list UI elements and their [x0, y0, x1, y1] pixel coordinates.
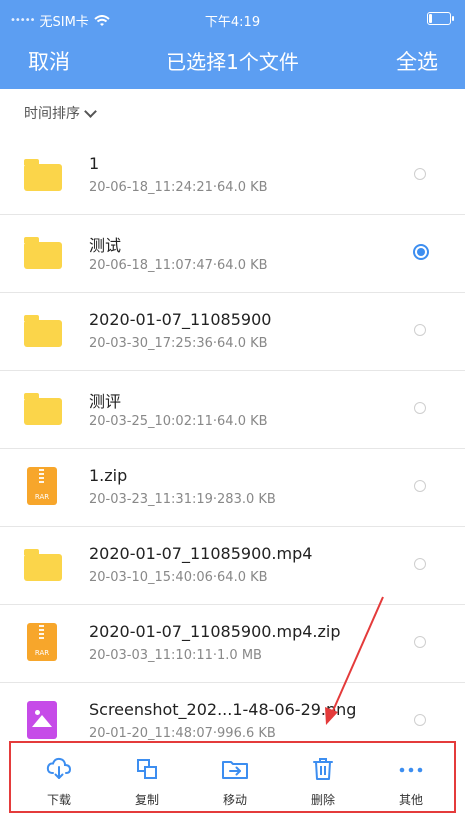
title-bar: 取消 已选择1个文件 全选	[0, 38, 465, 89]
copy-icon	[137, 759, 157, 779]
status-bar: ••••• 无SIM卡 下午4:19	[0, 0, 465, 38]
file-name: 2020-01-07_11085900	[89, 310, 272, 329]
move-label: 移动	[222, 793, 247, 807]
copy-button[interactable]: 复制	[117, 757, 177, 808]
rar-archive-icon: RAR	[24, 467, 62, 505]
bottom-toolbar: 下载 复制 移动 删除 其他	[9, 741, 456, 813]
file-meta: 20-03-25_10:02:11·64.0 KB	[89, 414, 268, 429]
file-row[interactable]: RAR 2020-01-07_11085900.mp4.zip 20-03-03…	[0, 605, 465, 683]
delete-label: 删除	[310, 793, 335, 807]
select-radio[interactable]	[414, 402, 426, 414]
rar-label: RAR	[34, 649, 50, 657]
select-all-button[interactable]: 全选	[396, 46, 438, 76]
file-row[interactable]: 2020-01-07_11085900 20-03-30_17:25:36·64…	[0, 293, 465, 371]
delete-button[interactable]: 删除	[293, 757, 353, 808]
file-name: 2020-01-07_11085900.mp4.zip	[89, 622, 341, 641]
file-meta: 20-03-30_17:25:36·64.0 KB	[89, 336, 268, 351]
select-radio[interactable]	[414, 480, 426, 492]
select-radio[interactable]	[414, 636, 426, 648]
select-radio[interactable]	[414, 558, 426, 570]
download-button[interactable]: 下载	[29, 757, 89, 808]
folder-icon	[24, 393, 62, 425]
file-row[interactable]: RAR 1.zip 20-03-23_11:31:19·283.0 KB	[0, 449, 465, 527]
download-label: 下载	[46, 793, 71, 807]
more-dots-icon	[399, 767, 423, 773]
copy-label: 复制	[134, 793, 159, 807]
move-button[interactable]: 移动	[205, 757, 265, 808]
file-row[interactable]: 测评 20-03-25_10:02:11·64.0 KB	[0, 371, 465, 449]
file-name: 2020-01-07_11085900.mp4	[89, 544, 313, 563]
sort-dropdown[interactable]: 时间排序	[24, 103, 97, 123]
chevron-down-icon	[84, 104, 97, 118]
clock: 下午4:19	[204, 15, 261, 30]
file-meta: 20-03-23_11:31:19·283.0 KB	[89, 492, 276, 507]
battery-icon	[427, 12, 454, 25]
file-row[interactable]: 2020-01-07_11085900.mp4 20-03-10_15:40:0…	[0, 527, 465, 605]
file-name: Screenshot_202...1-48-06-29.png	[89, 700, 357, 719]
file-meta: 20-06-18_11:07:47·64.0 KB	[89, 258, 268, 273]
file-meta: 20-03-03_11:10:11·1.0 MB	[89, 648, 262, 663]
file-name: 1	[89, 154, 100, 173]
select-radio[interactable]	[414, 714, 426, 726]
folder-icon	[24, 237, 62, 269]
file-list: 1 20-06-18_11:24:21·64.0 KB 测试 20-06-18_…	[0, 137, 465, 760]
folder-icon	[24, 315, 62, 347]
rar-label: RAR	[34, 493, 50, 501]
folder-icon	[24, 159, 62, 191]
trash-icon	[313, 758, 333, 780]
select-radio-checked[interactable]	[413, 244, 429, 260]
app-header: ••••• 无SIM卡 下午4:19 取消 已选择1个文件 全选	[0, 0, 465, 89]
image-file-icon	[24, 701, 62, 739]
file-row[interactable]: 测试 20-06-18_11:07:47·64.0 KB	[0, 215, 465, 293]
file-row[interactable]: 1 20-06-18_11:24:21·64.0 KB	[0, 137, 465, 215]
rar-archive-icon: RAR	[24, 623, 62, 661]
select-radio[interactable]	[414, 324, 426, 336]
file-name: 测评	[89, 392, 122, 411]
move-folder-icon	[222, 761, 248, 779]
file-meta: 20-01-20_11:48:07·996.6 KB	[89, 726, 276, 741]
file-meta: 20-03-10_15:40:06·64.0 KB	[89, 570, 268, 585]
file-name: 1.zip	[89, 466, 128, 485]
file-meta: 20-06-18_11:24:21·64.0 KB	[89, 180, 268, 195]
more-label: 其他	[398, 793, 423, 807]
sort-label: 时间排序	[24, 106, 80, 122]
more-button[interactable]: 其他	[381, 757, 441, 808]
select-radio[interactable]	[414, 168, 426, 180]
cloud-download-icon	[46, 757, 72, 779]
file-name: 测试	[89, 236, 122, 255]
folder-icon	[24, 549, 62, 581]
